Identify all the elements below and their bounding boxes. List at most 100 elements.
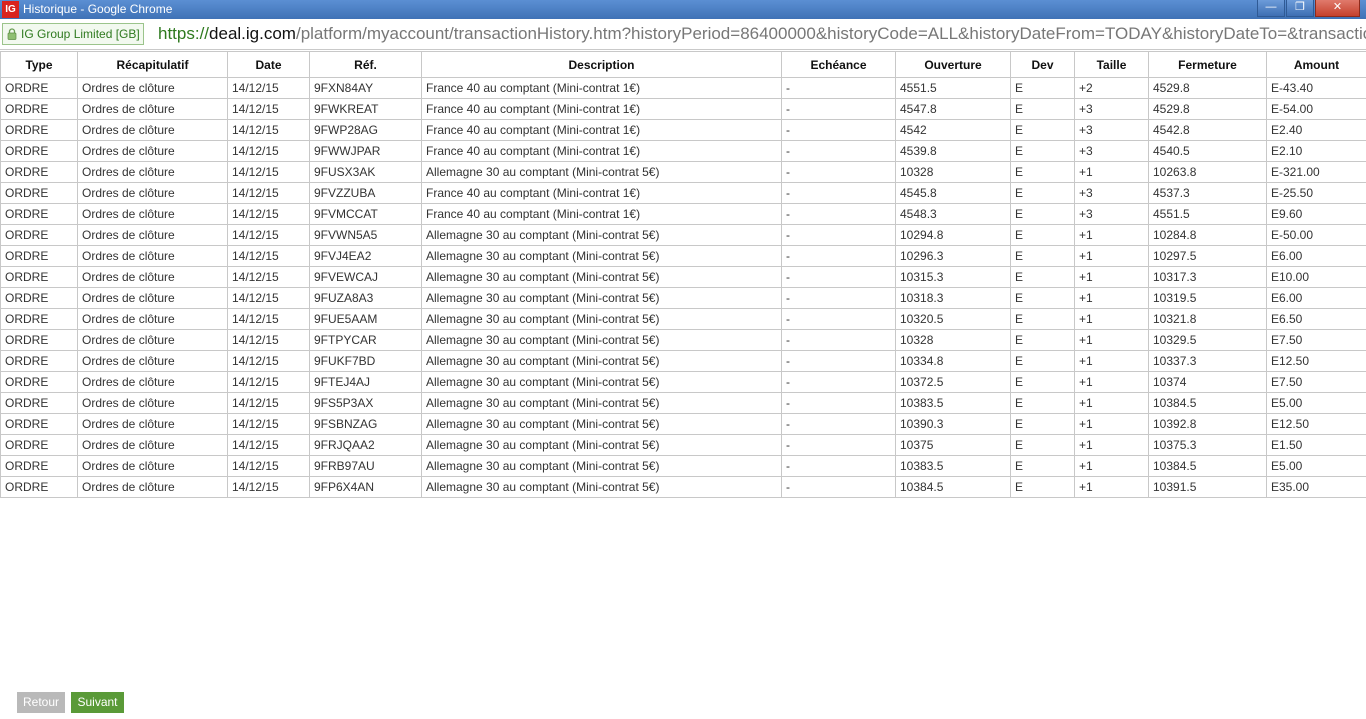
cell-type: ORDRE [0,224,78,246]
table-row: ORDRE Ordres de clôture 14/12/15 9FVMCCAT Fr… [0,203,1366,225]
cell-closing: 4529.8 [1148,98,1267,120]
cell-currency: E [1010,287,1075,309]
cell-date: 14/12/15 [227,350,310,372]
close-icon[interactable]: ✕ [1315,0,1360,17]
cell-currency: E [1010,434,1075,456]
cell-amount: E-321.00 [1266,161,1366,183]
cell-currency: E [1010,413,1075,435]
cell-date: 14/12/15 [227,98,310,120]
table-row: ORDRE Ordres de clôture 14/12/15 9FWWJPAR Fr… [0,140,1366,162]
table-row: ORDRE Ordres de clôture 14/12/15 9FVZZUBA Fr… [0,182,1366,204]
cell-ref: 9FVJ4EA2 [309,245,422,267]
url-host: deal.ig.com [209,24,296,43]
table-body: ORDRE Ordres de clôture 14/12/15 9FXN84AY Fr… [0,77,1366,498]
cell-size: +1 [1074,224,1149,246]
cell-type: ORDRE [0,287,78,309]
cell-type: ORDRE [0,476,78,498]
cell-opening: 10372.5 [895,371,1011,393]
cell-summary: Ordres de clôture [77,224,228,246]
cell-ref: 9FP6X4AN [309,476,422,498]
table-row: ORDRE Ordres de clôture 14/12/15 9FXN84AY Fr… [0,77,1366,99]
minimize-icon[interactable]: — [1257,0,1285,17]
cell-closing: 10374 [1148,371,1267,393]
cell-closing: 10319.5 [1148,287,1267,309]
cell-type: ORDRE [0,98,78,120]
cell-size: +1 [1074,392,1149,414]
cell-ref: 9FVWN5A5 [309,224,422,246]
cell-currency: E [1010,455,1075,477]
table-row: ORDRE Ordres de clôture 14/12/15 9FS5P3AX Al… [0,392,1366,414]
back-button[interactable]: Retour [17,692,65,713]
address-bar[interactable]: IG Group Limited [GB] https://deal.ig.co… [0,19,1366,50]
cell-opening: 10390.3 [895,413,1011,435]
cell-description: Allemagne 30 au comptant (Mini-contrat 5… [421,224,782,246]
cell-ref: 9FUZA8A3 [309,287,422,309]
cell-ref: 9FS5P3AX [309,392,422,414]
cell-currency: E [1010,98,1075,120]
cell-summary: Ordres de clôture [77,308,228,330]
cell-amount: E10.00 [1266,266,1366,288]
cell-opening: 4545.8 [895,182,1011,204]
cell-currency: E [1010,476,1075,498]
cell-date: 14/12/15 [227,392,310,414]
cell-date: 14/12/15 [227,476,310,498]
cell-date: 14/12/15 [227,287,310,309]
window-title: Historique - Google Chrome [23,2,173,16]
next-button[interactable]: Suivant [71,692,124,713]
cell-description: Allemagne 30 au comptant (Mini-contrat 5… [421,476,782,498]
cell-date: 14/12/15 [227,308,310,330]
cell-currency: E [1010,119,1075,141]
column-header-closing: Fermeture [1148,51,1267,78]
cell-closing: 10392.8 [1148,413,1267,435]
cell-expiry: - [781,329,896,351]
cell-type: ORDRE [0,413,78,435]
cell-date: 14/12/15 [227,203,310,225]
cell-closing: 4537.3 [1148,182,1267,204]
table-row: ORDRE Ordres de clôture 14/12/15 9FVJ4EA2 Al… [0,245,1366,267]
cell-opening: 10383.5 [895,455,1011,477]
cell-ref: 9FRB97AU [309,455,422,477]
cell-opening: 10320.5 [895,308,1011,330]
cell-expiry: - [781,77,896,99]
window-title-bar: IG Historique - Google Chrome — ❐ ✕ [0,0,1366,19]
cell-ref: 9FWKREAT [309,98,422,120]
cell-ref: 9FRJQAA2 [309,434,422,456]
cell-date: 14/12/15 [227,413,310,435]
cell-summary: Ordres de clôture [77,119,228,141]
cell-size: +3 [1074,98,1149,120]
cell-currency: E [1010,266,1075,288]
column-header-currency: Dev [1010,51,1075,78]
cell-closing: 10384.5 [1148,392,1267,414]
cell-expiry: - [781,392,896,414]
cell-summary: Ordres de clôture [77,434,228,456]
cell-closing: 4542.8 [1148,119,1267,141]
cell-opening: 10296.3 [895,245,1011,267]
cell-size: +1 [1074,371,1149,393]
cell-expiry: - [781,350,896,372]
column-header-amount: Amount [1266,51,1366,78]
cell-description: France 40 au comptant (Mini-contrat 1€) [421,140,782,162]
cell-closing: 10263.8 [1148,161,1267,183]
cell-currency: E [1010,392,1075,414]
cell-summary: Ordres de clôture [77,161,228,183]
cell-description: France 40 au comptant (Mini-contrat 1€) [421,77,782,99]
restore-icon[interactable]: ❐ [1286,0,1314,17]
cell-expiry: - [781,98,896,120]
cell-date: 14/12/15 [227,434,310,456]
cell-date: 14/12/15 [227,329,310,351]
cell-currency: E [1010,77,1075,99]
cell-opening: 10315.3 [895,266,1011,288]
cell-summary: Ordres de clôture [77,203,228,225]
cell-summary: Ordres de clôture [77,266,228,288]
cell-size: +3 [1074,203,1149,225]
cell-expiry: - [781,455,896,477]
cell-date: 14/12/15 [227,455,310,477]
cell-expiry: - [781,119,896,141]
cell-description: Allemagne 30 au comptant (Mini-contrat 5… [421,455,782,477]
url-text[interactable]: https://deal.ig.com/platform/myaccount/t… [158,23,1366,45]
cell-size: +1 [1074,308,1149,330]
ssl-certificate-badge[interactable]: IG Group Limited [GB] [2,23,144,45]
cell-ref: 9FXN84AY [309,77,422,99]
table-row: ORDRE Ordres de clôture 14/12/15 9FWKREAT Fr… [0,98,1366,120]
cell-expiry: - [781,476,896,498]
